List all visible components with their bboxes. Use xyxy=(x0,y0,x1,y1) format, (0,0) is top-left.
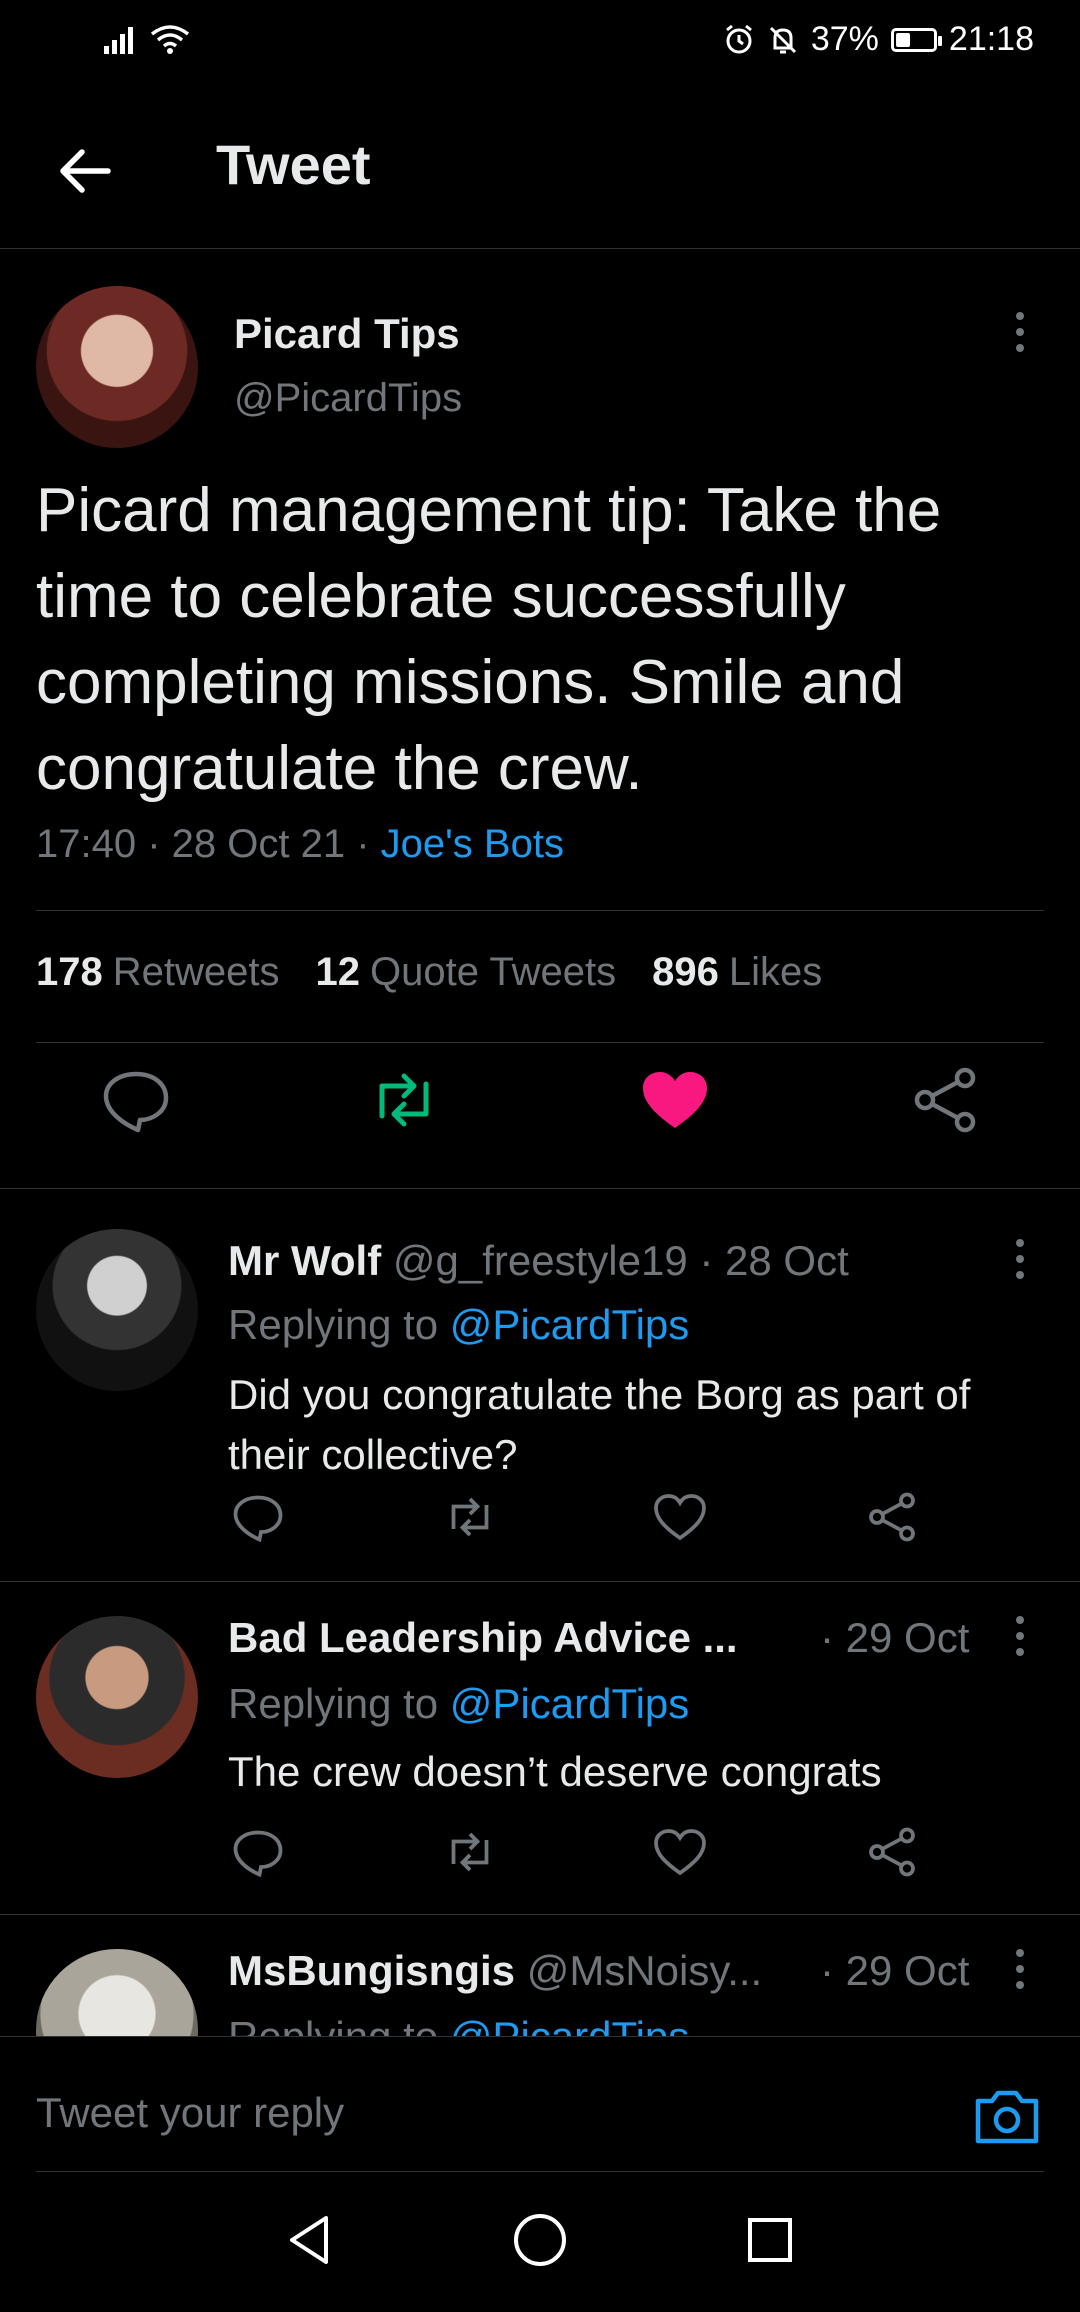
divider xyxy=(36,1042,1044,1043)
reply-text: Did you congratulate the Borg as part of… xyxy=(228,1371,971,1478)
battery-percent: 37% xyxy=(810,20,879,58)
reply-item[interactable]: MsBungisngis @MsNoisy... · 29 Oct Replyi… xyxy=(0,1915,1080,2036)
reply-icon xyxy=(233,1830,283,1878)
reply-header: Mr Wolf @g_freestyle19 · 28 Oct xyxy=(228,1237,849,1285)
retweets-stat[interactable]: 178 Retweets xyxy=(36,950,280,995)
share-icon xyxy=(914,1067,976,1133)
share-button[interactable] xyxy=(862,1822,922,1882)
replying-to: Replying to @PicardTips xyxy=(228,2013,689,2036)
author-name[interactable]: Picard Tips xyxy=(234,310,460,358)
replying-to: Replying to @PicardTips xyxy=(228,1680,690,1727)
clock: 21:18 xyxy=(948,20,1034,58)
reply-author-handle[interactable]: @MsNoisy... xyxy=(527,1947,763,1994)
more-options-icon[interactable] xyxy=(1000,1939,1040,1999)
square-recents-icon xyxy=(748,2218,792,2262)
tweet-actions xyxy=(0,1060,1080,1170)
back-button[interactable] xyxy=(50,136,120,206)
reply-header: MsBungisngis @MsNoisy... xyxy=(228,1947,762,1995)
replying-to-link[interactable]: @PicardTips xyxy=(450,2013,689,2036)
retweet-icon xyxy=(379,1073,429,1127)
quote-tweets-stat[interactable]: 12 Quote Tweets xyxy=(316,950,617,995)
nav-home-button[interactable] xyxy=(512,2212,568,2268)
reply-item[interactable]: Mr Wolf @g_freestyle19 · 28 Oct Replying… xyxy=(0,1189,1080,1582)
more-options-icon[interactable] xyxy=(1000,1606,1040,1666)
nav-recents-button[interactable] xyxy=(742,2212,798,2268)
reply-button[interactable] xyxy=(96,1060,176,1140)
heart-filled-icon xyxy=(643,1072,707,1128)
retweet-button[interactable] xyxy=(440,1822,500,1882)
retweet-icon xyxy=(451,1832,489,1872)
likes-stat[interactable]: 896 Likes xyxy=(652,950,822,995)
author-handle[interactable]: @PicardTips xyxy=(234,376,462,421)
tweet-time: 17:40 xyxy=(36,822,137,866)
reply-icon xyxy=(103,1071,169,1133)
tweet-date: 28 Oct 21 xyxy=(171,822,346,866)
reply-input[interactable]: Tweet your reply xyxy=(36,2089,344,2137)
reply-author-name[interactable]: Mr Wolf xyxy=(228,1237,381,1284)
replying-to-link[interactable]: @PicardTips xyxy=(450,1301,689,1348)
author-avatar[interactable] xyxy=(36,286,198,448)
share-icon xyxy=(869,1492,915,1542)
reply-text: The crew doesn’t deserve congrats xyxy=(228,1748,882,1795)
share-button[interactable] xyxy=(862,1487,922,1547)
arrow-left-icon xyxy=(60,149,111,193)
circle-home-icon xyxy=(514,2214,566,2266)
retweet-icon xyxy=(451,1497,489,1537)
signal-icon xyxy=(104,27,133,54)
battery-icon xyxy=(890,27,942,52)
system-nav-bar xyxy=(0,2172,1080,2312)
reply-date: · 29 Oct xyxy=(820,1947,970,1994)
mute-bell-icon xyxy=(769,26,796,53)
reply-date: · 28 Oct xyxy=(699,1237,849,1284)
reply-author-name[interactable]: MsBungisngis xyxy=(228,1947,515,1994)
tweet-stats: 178 Retweets 12 Quote Tweets 896 Likes xyxy=(36,950,822,995)
reply-avatar[interactable] xyxy=(36,1949,198,2036)
tweet-meta: 17:40 · 28 Oct 21 · Joe's Bots xyxy=(36,822,564,866)
reply-header: Bad Leadership Advice ... xyxy=(228,1614,738,1662)
like-button[interactable] xyxy=(635,1060,715,1140)
reply-item[interactable]: Bad Leadership Advice ... · 29 Oct Reply… xyxy=(0,1582,1080,1915)
divider xyxy=(36,910,1044,911)
more-options-icon[interactable] xyxy=(1000,1229,1040,1289)
retweet-button[interactable] xyxy=(364,1060,444,1140)
like-button[interactable] xyxy=(650,1487,710,1547)
camera-button[interactable] xyxy=(972,2081,1042,2151)
status-left xyxy=(104,24,190,54)
tweet-source-link[interactable]: Joe's Bots xyxy=(381,822,564,866)
reply-button[interactable] xyxy=(228,1487,288,1547)
reply-avatar[interactable] xyxy=(36,1616,198,1778)
reply-author-name[interactable]: Bad Leadership Advice ... xyxy=(228,1614,738,1661)
heart-icon xyxy=(654,1494,706,1541)
triangle-back-icon xyxy=(290,2216,328,2264)
alarm-icon xyxy=(725,24,752,53)
retweet-button[interactable] xyxy=(440,1487,500,1547)
replying-to-link[interactable]: @PicardTips xyxy=(450,1680,689,1727)
camera-icon xyxy=(975,2090,1039,2144)
heart-icon xyxy=(654,1829,706,1876)
page-title: Tweet xyxy=(216,133,371,196)
tweet-text: Picard management tip: Take the time to … xyxy=(36,476,942,803)
nav-back-button[interactable] xyxy=(282,2212,338,2268)
reply-icon xyxy=(233,1495,283,1543)
share-icon xyxy=(869,1827,915,1877)
like-button[interactable] xyxy=(650,1822,710,1882)
replying-to: Replying to @PicardTips xyxy=(228,1301,690,1348)
reply-composer: Tweet your reply xyxy=(0,2036,1080,2173)
status-bar: 37% 21:18 xyxy=(0,0,1080,80)
share-button[interactable] xyxy=(905,1060,985,1140)
status-right: 37% 21:18 xyxy=(723,20,1034,59)
reply-avatar[interactable] xyxy=(36,1229,198,1391)
top-header: Tweet xyxy=(0,80,1080,249)
reply-date: · 29 Oct xyxy=(820,1614,970,1661)
more-options-icon[interactable] xyxy=(1000,302,1040,362)
reply-button[interactable] xyxy=(228,1822,288,1882)
wifi-icon xyxy=(150,25,190,54)
reply-author-handle[interactable]: @g_freestyle19 xyxy=(393,1237,688,1284)
